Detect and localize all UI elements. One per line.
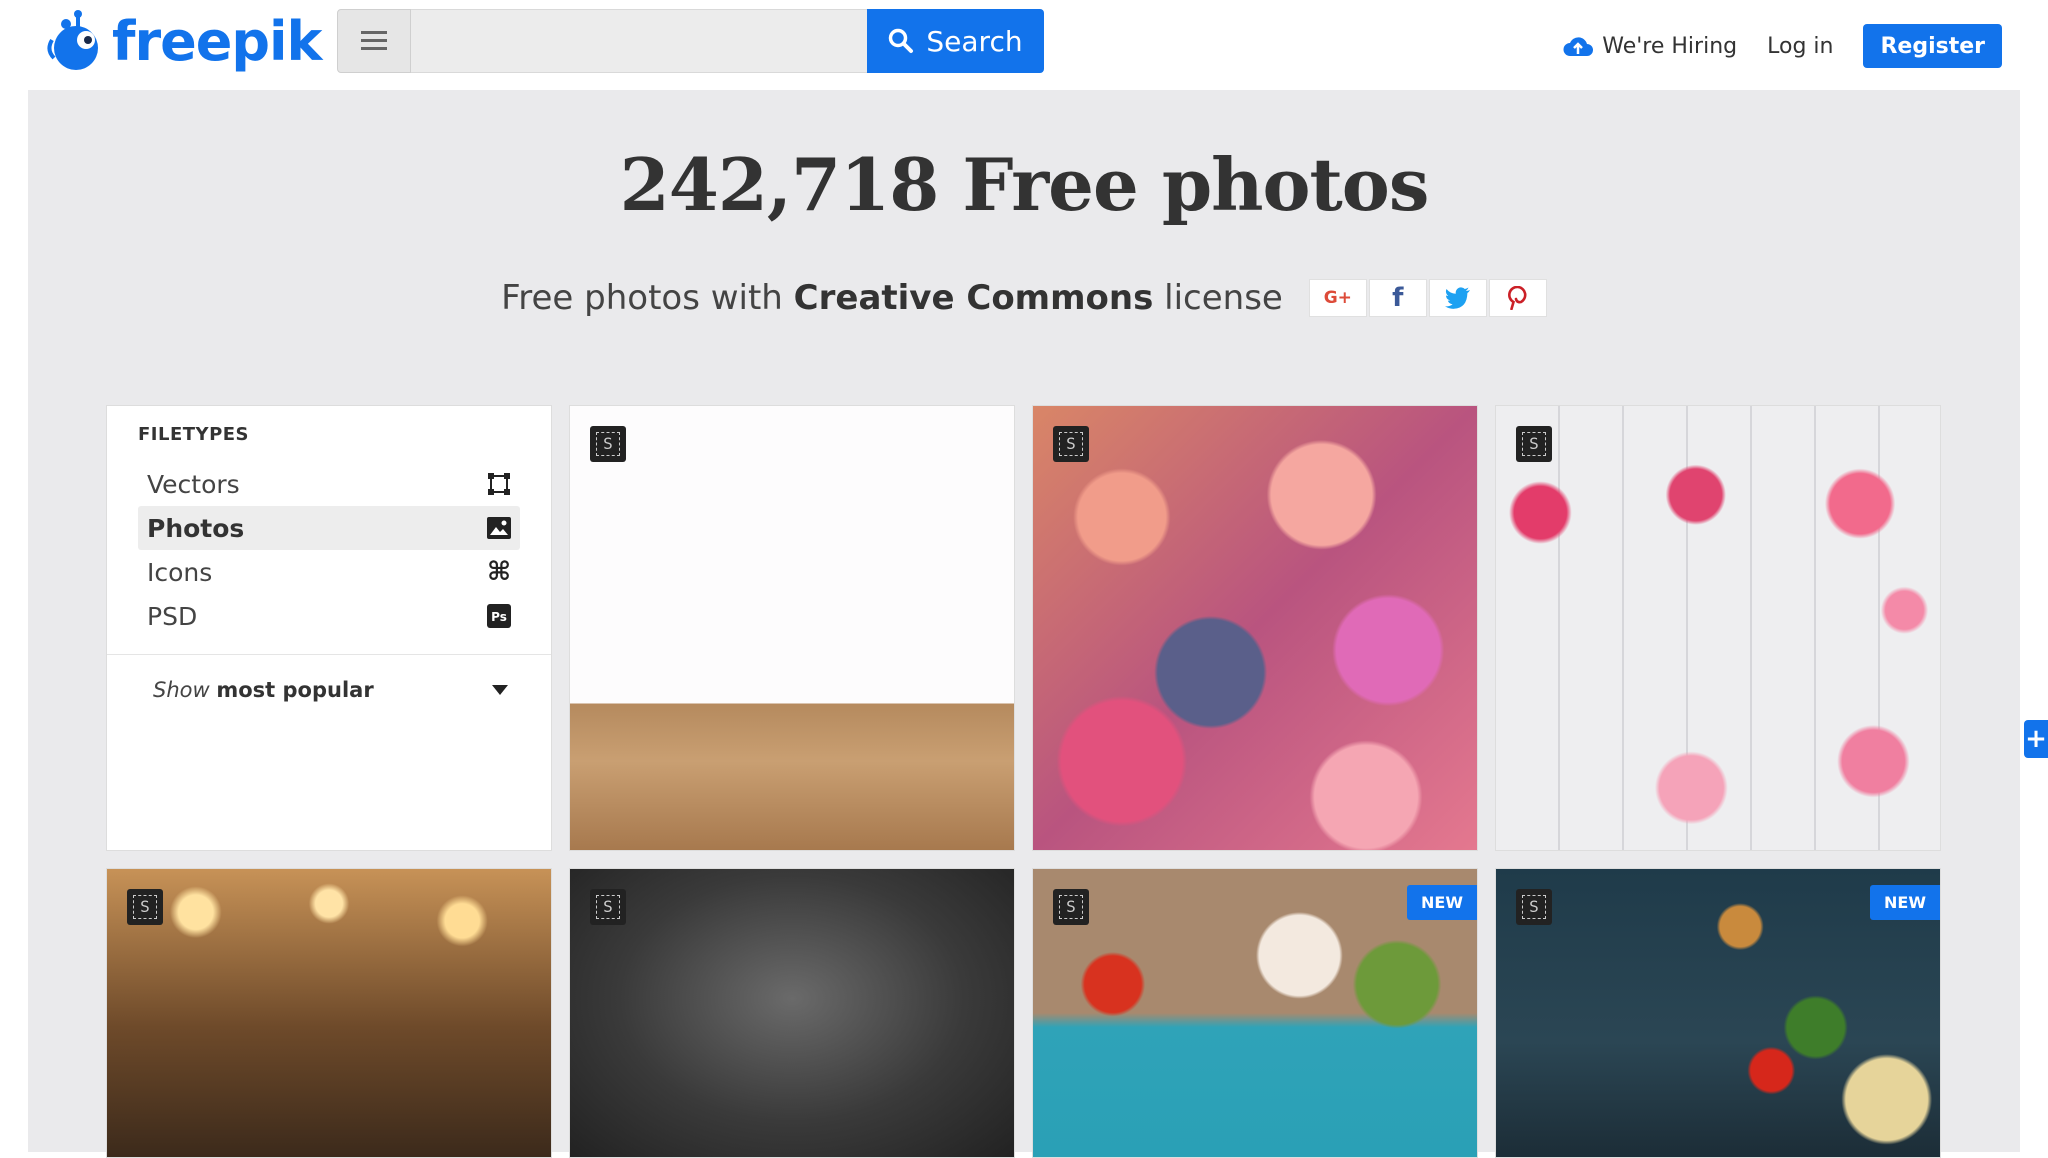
filetypes-heading: FILETYPES (138, 424, 250, 445)
freepik-logo[interactable]: freepik (46, 8, 322, 76)
site-header: freepik Search We're Hiring Log in Regis… (0, 0, 2048, 90)
hamburger-icon (361, 31, 387, 50)
filter-item-icons[interactable]: Icons ⌘ (138, 550, 520, 594)
plus-icon: + (2025, 724, 2047, 754)
photo-tile-cutting-board[interactable]: S NEW (1495, 868, 1941, 1158)
pinterest-button[interactable] (1488, 279, 1547, 317)
main-content: 242,718 Free photos Free photos with Cre… (28, 90, 2020, 1158)
subtitle: Free photos with Creative Commons licens… (501, 278, 1283, 318)
vector-icon (486, 471, 512, 497)
logo-text: freepik (112, 10, 322, 73)
filter-item-psd[interactable]: PSD Ps (138, 594, 520, 638)
logo-mascot-icon (46, 10, 110, 74)
new-badge: NEW (1870, 885, 1940, 920)
facebook-button[interactable]: f (1368, 279, 1427, 317)
selection-badge-icon: S (1516, 426, 1552, 462)
sort-label: Show most popular (153, 678, 374, 702)
filter-item-label: Vectors (147, 469, 240, 499)
twitter-button[interactable] (1428, 279, 1487, 317)
search-input[interactable] (411, 9, 867, 73)
caret-down-icon (492, 685, 508, 695)
sort-prefix: Show (153, 678, 210, 702)
filter-item-vectors[interactable]: Vectors (138, 462, 520, 506)
subtitle-row: Free photos with Creative Commons licens… (28, 278, 2020, 318)
filetype-filter-panel: FILETYPES Vectors Photos Icons ⌘ PSD Ps … (106, 405, 552, 851)
hiring-link[interactable]: We're Hiring (1562, 34, 1737, 59)
subtitle-prefix: Free photos with (501, 278, 794, 318)
cloud-upload-icon (1563, 37, 1594, 56)
photo-tile-dark-texture[interactable]: S (569, 868, 1015, 1158)
page-title: 242,718 Free photos (619, 142, 1430, 227)
selection-badge-icon: S (1053, 889, 1089, 925)
new-badge: NEW (1407, 885, 1477, 920)
filter-item-label: Icons (147, 557, 213, 587)
photo-tile-food-table[interactable]: S NEW (1032, 868, 1478, 1158)
menu-button[interactable] (337, 9, 411, 73)
selection-badge-icon: S (1053, 426, 1089, 462)
search-button[interactable]: Search (867, 9, 1044, 73)
photo-tile-roses-frame[interactable]: S (1495, 405, 1941, 851)
login-link[interactable]: Log in (1767, 34, 1833, 59)
search-bar: Search (337, 9, 1044, 73)
filter-item-label: Photos (147, 513, 245, 543)
selection-badge-icon: S (590, 426, 626, 462)
selection-badge-icon: S (590, 889, 626, 925)
photo-tile-wood-floor[interactable]: S (569, 405, 1015, 851)
subtitle-license[interactable]: Creative Commons (794, 278, 1154, 318)
search-button-label: Search (926, 24, 1023, 58)
header-actions: We're Hiring Log in Register (1562, 24, 2002, 68)
psd-icon: Ps (486, 603, 512, 629)
selection-badge-icon: S (1516, 889, 1552, 925)
filter-item-label: PSD (147, 601, 198, 631)
sort-dropdown[interactable]: Show most popular (153, 678, 509, 702)
subtitle-suffix: license (1153, 278, 1283, 318)
filter-item-photos[interactable]: Photos (138, 506, 520, 550)
twitter-icon (1444, 287, 1470, 309)
side-plus-tab[interactable]: + (2024, 720, 2048, 758)
search-icon (889, 28, 914, 53)
command-icon: ⌘ (486, 557, 512, 587)
google-plus-button[interactable]: G+ (1308, 279, 1367, 317)
photo-tile-restaurant[interactable]: S (106, 868, 552, 1158)
photo-tile-flowers[interactable]: S (1032, 405, 1478, 851)
facebook-icon: f (1392, 283, 1404, 313)
svg-text:Ps: Ps (491, 610, 507, 624)
register-button[interactable]: Register (1863, 24, 2002, 68)
google-plus-icon: G+ (1323, 288, 1352, 308)
hiring-label: We're Hiring (1602, 33, 1738, 59)
sort-value: most popular (216, 678, 374, 702)
social-share: G+ f (1308, 279, 1547, 317)
filetype-list: Vectors Photos Icons ⌘ PSD Ps (138, 462, 520, 638)
photo-icon (486, 515, 512, 541)
filter-divider (107, 654, 551, 655)
pinterest-icon (1507, 286, 1527, 310)
selection-badge-icon: S (127, 889, 163, 925)
